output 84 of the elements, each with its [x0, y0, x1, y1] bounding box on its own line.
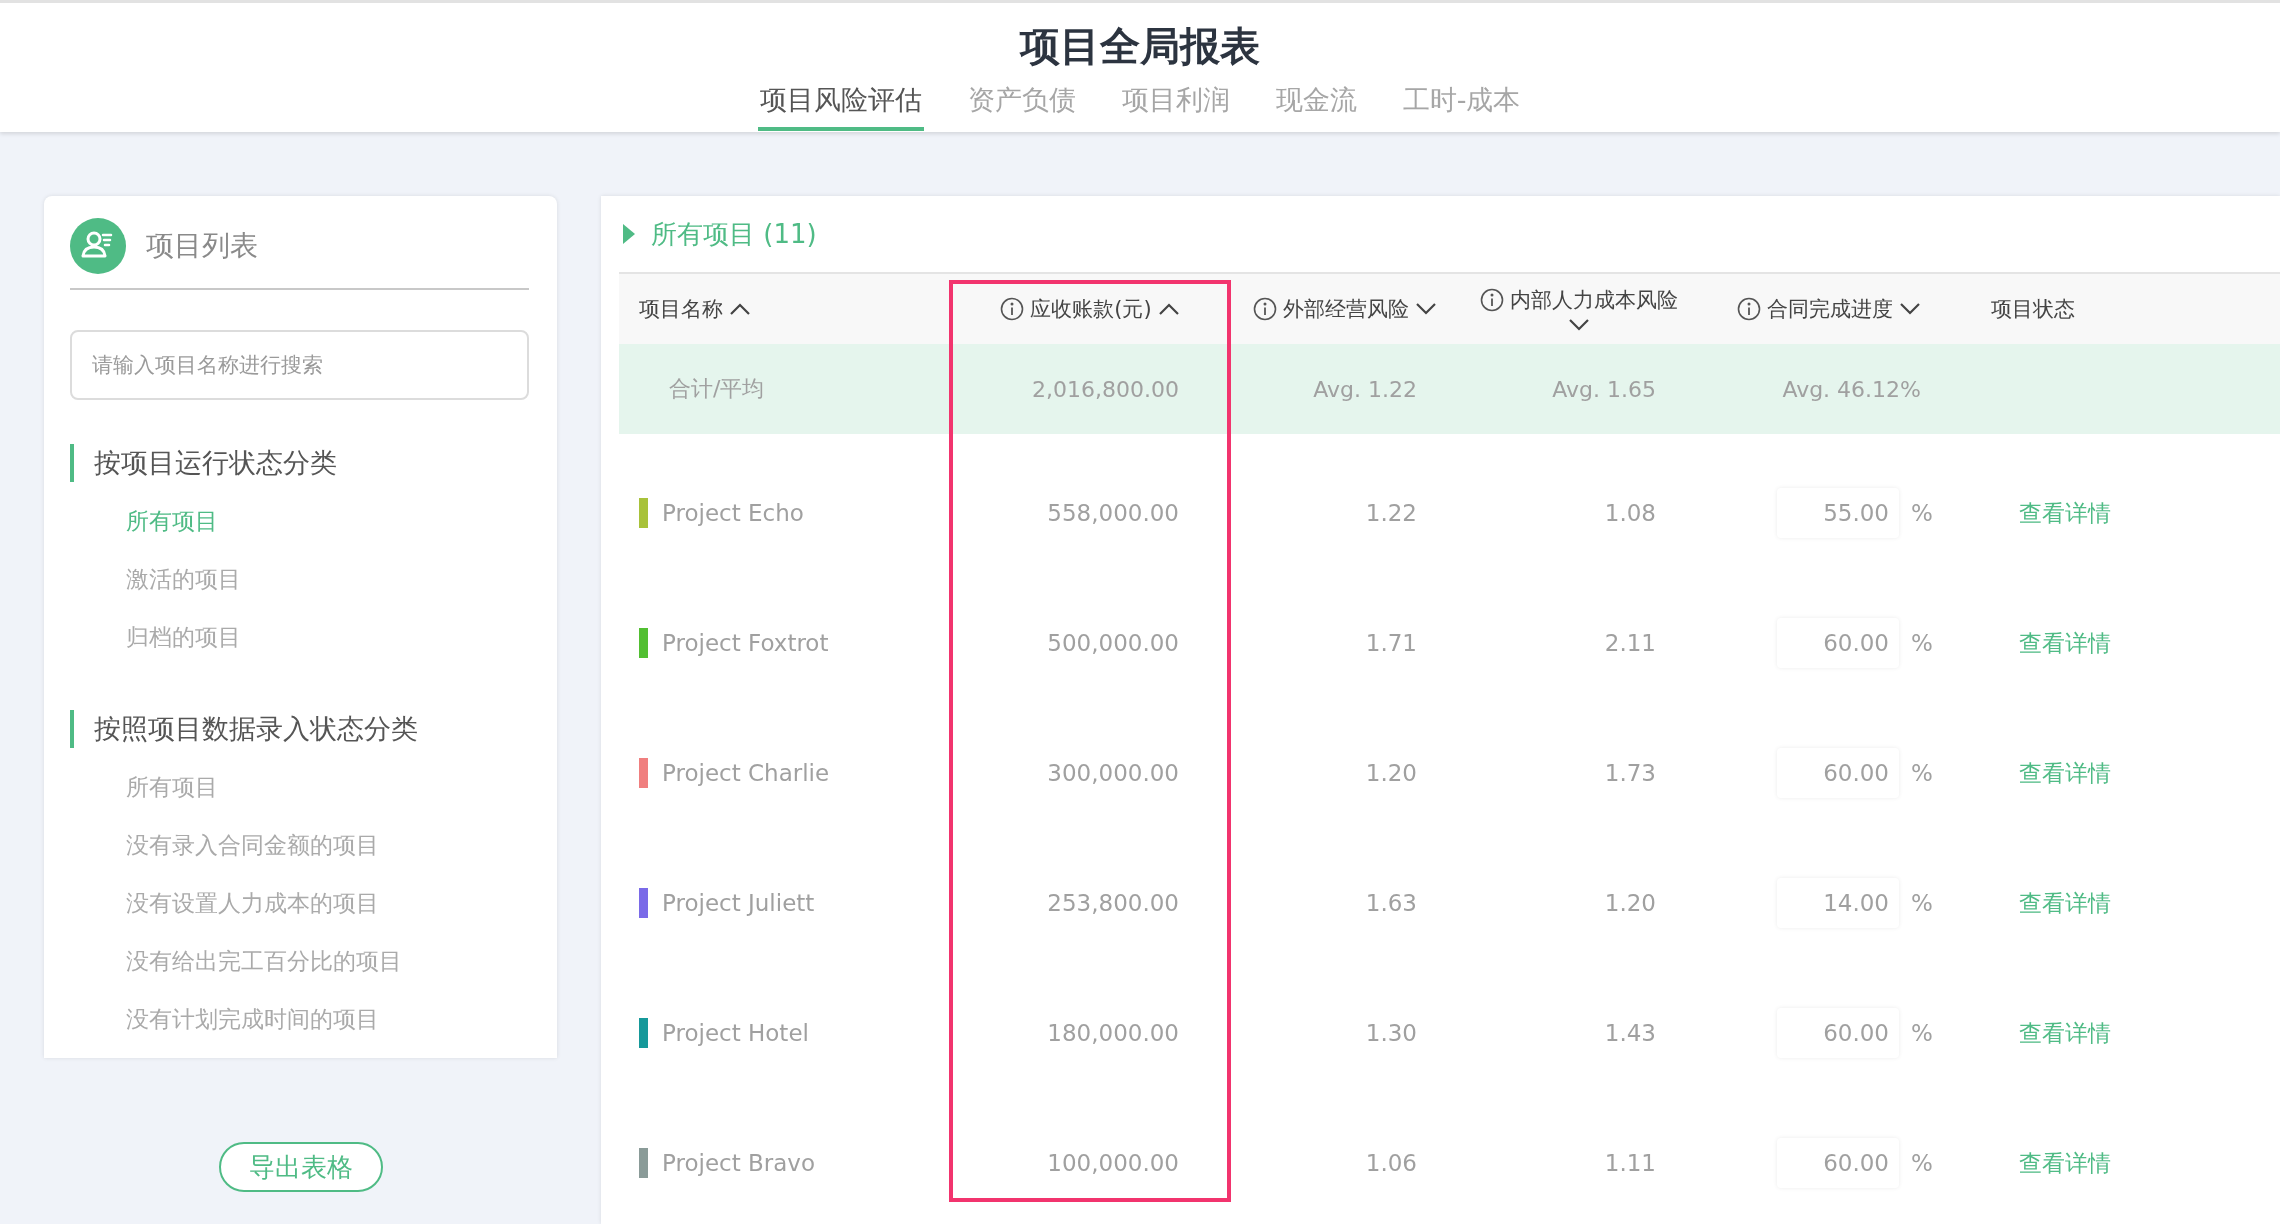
project-name: Project Foxtrot: [662, 630, 829, 656]
chevron-down-icon[interactable]: [1899, 302, 1921, 316]
table-cell: 1.20: [1604, 890, 1656, 916]
filter-item[interactable]: 所有项目: [70, 492, 529, 550]
details-link[interactable]: 查看详情: [2019, 629, 2111, 656]
percent-unit: %: [1911, 890, 1933, 916]
tab[interactable]: 现金流: [1273, 77, 1359, 131]
chevron-down-icon[interactable]: [1415, 302, 1437, 316]
column-header[interactable]: 应收账款(元): [1030, 295, 1152, 323]
page-title: 项目全局报表: [1020, 22, 1260, 71]
summary-value: Avg. 1.65: [1552, 376, 1656, 402]
info-icon: [1000, 297, 1025, 321]
table-cell: 300,000.00: [1047, 760, 1179, 786]
panel-title: 项目列表: [146, 228, 258, 264]
tab[interactable]: 项目利润: [1119, 77, 1232, 131]
summary-value: 2,016,800.00: [1032, 376, 1179, 402]
details-link[interactable]: 查看详情: [2019, 499, 2111, 526]
details-link[interactable]: 查看详情: [2019, 1149, 2111, 1176]
table-cell: 180,000.00: [1047, 1020, 1179, 1046]
filter-item[interactable]: 没有设置人力成本的项目: [70, 874, 529, 932]
progress-field[interactable]: 60.00: [1777, 748, 1899, 798]
export-button[interactable]: 导出表格: [218, 1142, 383, 1192]
table-cell: 100,000.00: [1047, 1150, 1179, 1176]
column-header[interactable]: 项目名称: [639, 295, 723, 323]
details-link[interactable]: 查看详情: [2019, 1019, 2111, 1046]
progress-field[interactable]: 60.00: [1777, 1008, 1899, 1058]
details-link[interactable]: 查看详情: [2019, 759, 2111, 786]
tab[interactable]: 资产负债: [965, 77, 1078, 131]
section-title: 所有项目 (11): [651, 217, 817, 251]
chevron-up-icon[interactable]: [1157, 302, 1180, 316]
percent-unit: %: [1911, 760, 1933, 786]
chevron-down-icon[interactable]: [1568, 318, 1590, 332]
category-heading: 按照项目数据录入状态分类: [70, 710, 529, 748]
triangle-icon: [623, 224, 635, 244]
progress-field[interactable]: 55.00: [1777, 488, 1899, 538]
table-cell: 1.71: [1365, 630, 1417, 656]
table-cell: 1.11: [1604, 1150, 1656, 1176]
progress-field[interactable]: 60.00: [1777, 618, 1899, 668]
tab[interactable]: 工时-成本: [1400, 77, 1523, 131]
project-name: Project Juliett: [662, 890, 815, 916]
table-cell: 1.73: [1604, 760, 1656, 786]
project-name: Project Charlie: [662, 760, 830, 786]
filter-item[interactable]: 激活的项目: [70, 550, 529, 608]
project-name: Project Bravo: [662, 1150, 815, 1176]
project-name: Project Hotel: [662, 1020, 809, 1046]
table-cell: 253,800.00: [1047, 890, 1179, 916]
info-icon: [1253, 297, 1277, 321]
filter-item[interactable]: 没有给出完工百分比的项目: [70, 932, 529, 990]
table-cell: 1.22: [1365, 500, 1417, 526]
table-cell: 1.63: [1365, 890, 1417, 916]
progress-field[interactable]: 14.00: [1777, 878, 1899, 928]
search-field[interactable]: 请输入项目名称进行搜索: [70, 330, 529, 400]
info-icon: [1737, 297, 1761, 321]
filter-item[interactable]: 所有项目: [70, 758, 529, 816]
filter-item[interactable]: 没有计划完成时间的项目: [70, 990, 529, 1048]
table-cell: 1.30: [1365, 1020, 1417, 1046]
table-cell: 500,000.00: [1047, 630, 1179, 656]
summary-value: Avg. 1.22: [1313, 376, 1417, 402]
percent-unit: %: [1911, 630, 1933, 656]
column-header[interactable]: 项目状态: [1991, 295, 2075, 323]
column-header[interactable]: 内部人力成本风险: [1510, 286, 1678, 314]
table-cell: 1.08: [1604, 500, 1656, 526]
filter-item[interactable]: 归档的项目: [70, 608, 529, 666]
details-link[interactable]: 查看详情: [2019, 889, 2111, 916]
info-icon: [1480, 288, 1504, 312]
percent-unit: %: [1911, 1150, 1933, 1176]
column-header[interactable]: 外部经营风险: [1283, 295, 1409, 323]
table-cell: 2.11: [1604, 630, 1656, 656]
progress-field[interactable]: 60.00: [1777, 1138, 1899, 1188]
table-cell: 1.43: [1604, 1020, 1656, 1046]
person-list-icon: [70, 218, 126, 274]
summary-value: 合计/平均: [669, 376, 765, 401]
percent-unit: %: [1911, 500, 1933, 526]
filter-item[interactable]: 没有录入合同金额的项目: [70, 816, 529, 874]
percent-unit: %: [1911, 1020, 1933, 1046]
project-name: Project Echo: [662, 500, 804, 526]
table-cell: 1.20: [1365, 760, 1417, 786]
table-cell: 1.06: [1365, 1150, 1417, 1176]
column-header[interactable]: 合同完成进度: [1767, 295, 1893, 323]
chevron-up-icon[interactable]: [729, 302, 751, 316]
category-heading: 按项目运行状态分类: [70, 444, 529, 482]
table-cell: 558,000.00: [1047, 500, 1179, 526]
tab[interactable]: 项目风险评估: [757, 77, 924, 131]
summary-value: Avg. 46.12%: [1782, 376, 1921, 402]
